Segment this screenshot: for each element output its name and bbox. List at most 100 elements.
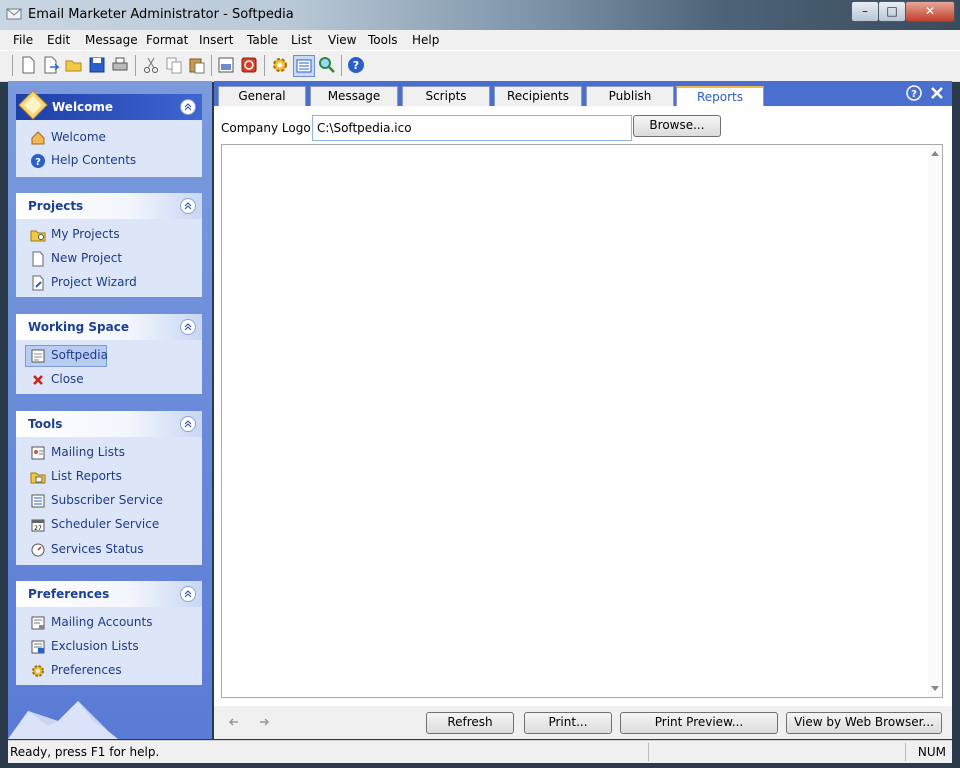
toolbar: ? (0, 50, 960, 82)
task-sidebar: Welcome Welcome ? Help Contents Projects… (8, 81, 212, 739)
print-preview-button[interactable]: Print Preview... (620, 712, 778, 734)
tools-panel-title: Tools (28, 417, 63, 431)
collapse-icon[interactable] (180, 586, 196, 602)
paste-icon[interactable] (187, 55, 207, 75)
menu-bar: File Edit Message Format Insert Table Li… (0, 30, 960, 50)
reports-content: Company Logo: Browse... (214, 106, 952, 706)
view-web-browser-button[interactable]: View by Web Browser... (786, 712, 942, 734)
menu-table[interactable]: Table (247, 33, 278, 47)
close-icon[interactable] (930, 86, 944, 100)
num-lock-indicator: NUM (917, 745, 946, 759)
working-space-panel-title: Working Space (28, 320, 129, 334)
company-logo-label: Company Logo: (221, 121, 315, 135)
back-arrow-icon[interactable] (228, 716, 240, 728)
sidebar-item-softpedia[interactable]: Softpedia (25, 345, 108, 367)
new-document-icon (32, 251, 44, 267)
browse-button[interactable]: Browse... (633, 115, 721, 137)
folder-open-icon[interactable] (64, 55, 84, 75)
collapse-icon[interactable] (180, 416, 196, 432)
report-action-bar: Refresh Print... Print Preview... View b… (214, 706, 952, 739)
menu-tools[interactable]: Tools (368, 33, 398, 47)
company-logo-input[interactable] (312, 115, 632, 141)
tab-scripts[interactable]: Scripts (402, 86, 490, 107)
calendar-icon: 27 (31, 519, 45, 532)
tab-recipients[interactable]: Recipients (494, 86, 582, 107)
svg-text:27: 27 (34, 525, 42, 532)
gear-icon[interactable] (270, 55, 290, 75)
list-view-icon[interactable] (293, 55, 315, 77)
collapse-icon[interactable] (180, 99, 196, 115)
decorative-envelopes-icon (8, 701, 118, 739)
title-bar: Email Marketer Administrator - Softpedia… (0, 0, 960, 30)
welcome-diamond-icon (18, 90, 48, 120)
window-title: Email Marketer Administrator - Softpedia (28, 7, 294, 22)
help-icon[interactable]: ? (906, 85, 922, 101)
mailing-accounts-icon (31, 616, 45, 630)
report-folder-icon (30, 472, 46, 484)
menu-format[interactable]: Format (146, 33, 188, 47)
tools-panel: Tools Mailing Lists List Reports Subscri… (16, 411, 202, 565)
projects-panel-title: Projects (28, 199, 84, 213)
vertical-scrollbar[interactable] (928, 145, 942, 697)
help-icon[interactable]: ? (346, 55, 366, 75)
scroll-up-icon[interactable] (931, 150, 939, 156)
cut-icon[interactable] (141, 55, 161, 75)
welcome-panel-title: Welcome (52, 100, 114, 114)
open-icon[interactable] (41, 55, 61, 75)
copy-icon[interactable] (164, 55, 184, 75)
home-icon (31, 131, 45, 145)
print-button[interactable]: Print... (524, 712, 612, 734)
close-icon (33, 375, 43, 385)
stop-icon[interactable] (239, 55, 259, 75)
working-space-panel-header[interactable]: Working Space (16, 314, 202, 340)
scroll-down-icon[interactable] (931, 686, 939, 692)
maximize-button[interactable]: □ (878, 1, 906, 22)
menu-view[interactable]: View (328, 33, 356, 47)
svg-text:?: ? (353, 59, 359, 72)
menu-edit[interactable]: Edit (47, 33, 70, 47)
import-icon[interactable] (216, 55, 236, 75)
welcome-panel-header[interactable]: Welcome (16, 90, 202, 120)
subscriber-service-icon (31, 494, 45, 508)
status-text: Ready, press F1 for help. (10, 745, 160, 759)
wizard-document-icon (32, 275, 44, 291)
main-panel: General Message Scripts Recipients Publi… (214, 81, 952, 739)
mailing-list-icon (31, 446, 45, 460)
status-gauge-icon (31, 543, 45, 557)
tab-strip: General Message Scripts Recipients Publi… (214, 81, 952, 109)
tab-publish[interactable]: Publish (586, 86, 674, 107)
tab-general[interactable]: General (218, 86, 306, 107)
projects-panel: Projects My Projects New Project Project… (16, 193, 202, 297)
tab-message[interactable]: Message (310, 86, 398, 107)
working-space-panel: Working Space Softpedia Close (16, 314, 202, 394)
menu-insert[interactable]: Insert (199, 33, 233, 47)
print-icon[interactable] (110, 55, 130, 75)
collapse-icon[interactable] (180, 319, 196, 335)
gear-icon (32, 665, 44, 677)
preferences-panel-title: Preferences (28, 587, 110, 601)
status-bar: Ready, press F1 for help. NUM (8, 740, 952, 763)
welcome-panel: Welcome Welcome ? Help Contents (16, 90, 202, 177)
minimize-button[interactable]: – (851, 1, 879, 22)
search-icon[interactable] (317, 55, 337, 75)
exclusion-list-icon (31, 640, 45, 654)
save-icon[interactable] (87, 55, 107, 75)
close-window-button[interactable]: ✕ (905, 1, 955, 22)
new-icon[interactable] (18, 55, 38, 75)
menu-message[interactable]: Message (85, 33, 138, 47)
report-preview-area[interactable] (221, 144, 943, 698)
menu-list[interactable]: List (291, 33, 312, 47)
collapse-icon[interactable] (180, 198, 196, 214)
tools-panel-header[interactable]: Tools (16, 411, 202, 437)
refresh-button[interactable]: Refresh (426, 712, 514, 734)
svg-text:?: ? (911, 89, 917, 100)
app-envelope-icon (6, 8, 22, 20)
preferences-panel-header[interactable]: Preferences (16, 581, 202, 607)
menu-help[interactable]: Help (412, 33, 439, 47)
menu-file[interactable]: File (13, 33, 33, 47)
help-icon: ? (31, 154, 45, 168)
preferences-panel: Preferences Mailing Accounts Exclusion L… (16, 581, 202, 685)
forward-arrow-icon[interactable] (258, 716, 270, 728)
projects-panel-header[interactable]: Projects (16, 193, 202, 219)
folder-search-icon (30, 230, 46, 242)
